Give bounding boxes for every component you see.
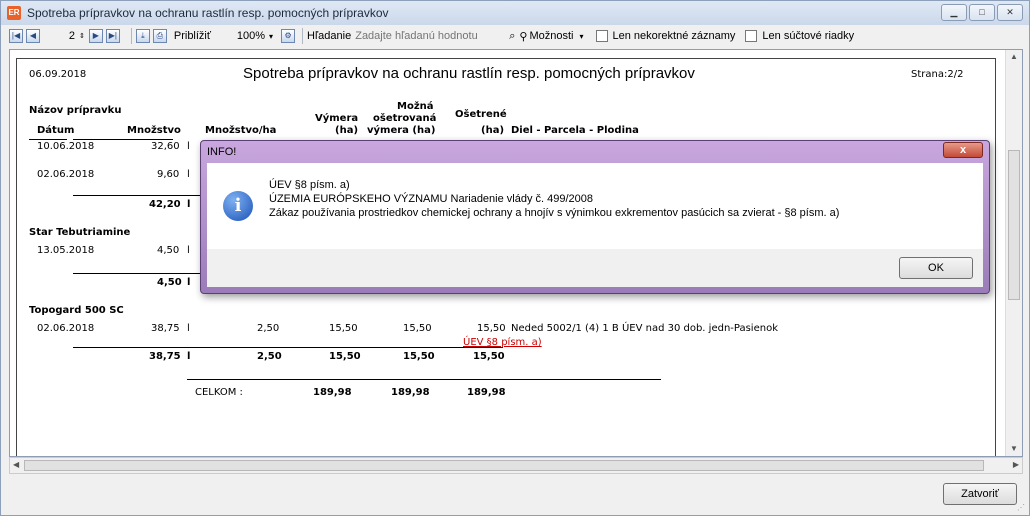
- header-area: Výmera: [315, 113, 359, 124]
- print-icon[interactable]: ⎙: [152, 29, 167, 43]
- prev-page-icon[interactable]: ◀: [26, 29, 40, 43]
- vertical-scroll-thumb[interactable]: [1008, 150, 1020, 300]
- g3-row-location: Neded 5002/1 (4) 1 B ÚEV nad 30 dob. jed…: [511, 323, 778, 334]
- vertical-scrollbar[interactable]: ▲ ▼: [1005, 50, 1022, 456]
- filter-icon[interactable]: ⚙: [281, 29, 296, 43]
- grand-total-area: 189,98: [313, 387, 352, 398]
- window-title: Spotreba prípravkov na ochranu rastlín r…: [27, 6, 389, 20]
- g3-total-unit: l: [187, 351, 191, 362]
- incorrect-only-label: Len nekorektné záznamy: [612, 30, 736, 42]
- g3-row-qty-per-ha: 2,50: [257, 323, 280, 334]
- g3-row-date: 02.06.2018: [37, 323, 95, 334]
- g3-row-unit: l: [187, 323, 190, 334]
- g3-name: Topogard 500 SC: [29, 305, 124, 316]
- zoom-label: Priblížiť: [173, 30, 212, 42]
- dialog-close-button[interactable]: x: [943, 142, 983, 158]
- dialog-message-line2: ÚZEMIA EURÓPSKEHO VÝZNAMU Nariadenie vlá…: [269, 193, 594, 205]
- title-bar: ER Spotreba prípravkov na ochranu rastlí…: [1, 1, 1029, 25]
- scroll-right-icon[interactable]: ▶: [1013, 460, 1019, 469]
- g2-name: Star Tebutriamine: [29, 227, 131, 238]
- report-date: 06.09.2018: [29, 69, 87, 80]
- zoom-select[interactable]: 100%: [211, 30, 265, 42]
- scroll-down-icon[interactable]: ▼: [1010, 444, 1018, 453]
- horizontal-scrollbar[interactable]: ◀ ▶: [9, 457, 1023, 474]
- options-button[interactable]: Možnosti: [529, 30, 573, 42]
- grand-total-label: CELKOM :: [195, 387, 243, 398]
- maximize-button[interactable]: □: [969, 4, 995, 21]
- close-window-button[interactable]: ✕: [997, 4, 1023, 21]
- g3-total-qty-per-ha: 2,50: [257, 351, 282, 362]
- first-page-icon[interactable]: |◀: [9, 29, 23, 43]
- sum-rows-label: Len súčtové riadky: [762, 30, 855, 42]
- g1-row2-date: 02.06.2018: [37, 169, 95, 180]
- header-quantity: Množstvo: [127, 125, 181, 136]
- header-area-unit: (ha): [335, 125, 359, 136]
- g1-row2-unit: l: [187, 169, 190, 180]
- g1-row1-date: 10.06.2018: [37, 141, 95, 152]
- g1-row2-quantity: 9,60: [157, 169, 180, 180]
- close-report-button[interactable]: Zatvoriť: [943, 483, 1017, 505]
- g2-row1-unit: l: [187, 245, 190, 256]
- grand-total-treated: 189,98: [467, 387, 506, 398]
- header-date: Dátum: [37, 125, 75, 136]
- ok-button[interactable]: OK: [899, 257, 973, 279]
- binoculars-icon: ⚲: [519, 30, 528, 43]
- dialog-title: INFO!: [207, 146, 237, 158]
- info-dialog: INFO! x i ÚEV §8 písm. a) ÚZEMIA EURÓPSK…: [200, 140, 990, 294]
- scroll-left-icon[interactable]: ◀: [13, 460, 19, 469]
- header-possible-1: Možná: [397, 101, 434, 112]
- g3-total-possible: 15,50: [403, 351, 435, 362]
- grand-total-possible: 189,98: [391, 387, 430, 398]
- g2-row1-date: 13.05.2018: [37, 245, 95, 256]
- g3-row-treated: 15,50: [477, 323, 506, 334]
- header-treated-unit: (ha): [481, 125, 505, 136]
- g1-total-quantity: 42,20: [149, 199, 181, 210]
- minimize-button[interactable]: ▁: [941, 4, 967, 21]
- g3-row-area: 15,50: [329, 323, 358, 334]
- g3-total-treated: 15,50: [473, 351, 505, 362]
- options-chevron-icon[interactable]: ▾: [579, 32, 583, 41]
- header-possible-2: ošetrovaná: [373, 113, 437, 124]
- scroll-up-icon[interactable]: ▲: [1010, 52, 1018, 61]
- report-title: Spotreba prípravkov na ochranu rastlín r…: [243, 65, 695, 82]
- search-label: Hľadanie: [307, 30, 352, 42]
- g3-row-quantity: 38,75: [151, 323, 180, 334]
- resize-grip-icon[interactable]: ⋰: [1017, 503, 1027, 513]
- g2-total-unit: l: [187, 277, 191, 288]
- incorrect-only-checkbox[interactable]: [595, 30, 608, 42]
- g1-row1-unit: l: [187, 141, 190, 152]
- dialog-footer: OK: [207, 249, 983, 287]
- header-location: Diel - Parcela - Plodina: [511, 125, 639, 136]
- sum-rows-checkbox[interactable]: [745, 30, 758, 42]
- search-input[interactable]: [355, 27, 506, 45]
- g3-total-area: 15,50: [329, 351, 361, 362]
- next-page-icon[interactable]: ▶: [88, 29, 103, 43]
- header-treated: Ošetrené: [455, 109, 507, 120]
- g1-total-unit: l: [187, 199, 191, 210]
- chevron-down-icon[interactable]: ▾: [269, 32, 273, 41]
- page-spin-icon[interactable]: ⇕: [79, 32, 85, 40]
- g3-total-quantity: 38,75: [149, 351, 181, 362]
- last-page-icon[interactable]: ▶|: [105, 29, 120, 43]
- dialog-message-line1: ÚEV §8 písm. a): [269, 179, 350, 191]
- header-possible-3: výmera (ha): [367, 125, 436, 136]
- header-quantity-per-ha: Množstvo/ha: [205, 125, 277, 136]
- g2-total-quantity: 4,50: [157, 277, 182, 288]
- page-number-field[interactable]: 2: [47, 30, 75, 42]
- dialog-body: i ÚEV §8 písm. a) ÚZEMIA EURÓPSKEHO VÝZN…: [207, 163, 983, 249]
- toolbar: |◀ ◀ 2 ⇕ ▶ ▶| ⤓ ⎙ Priblížiť 100% ▾ ⚙ Hľadan…: [1, 25, 1029, 47]
- search-icon[interactable]: ⌕: [509, 30, 515, 43]
- header-product-name: Názov prípravku: [29, 105, 122, 116]
- g1-row1-quantity: 32,60: [151, 141, 180, 152]
- horizontal-scroll-thumb[interactable]: [24, 460, 984, 471]
- export-icon[interactable]: ⤓: [135, 29, 150, 43]
- page-indicator: Strana:2/2: [911, 69, 964, 80]
- dialog-message-line3: Zákaz používania prostriedkov chemickej …: [269, 207, 840, 219]
- g3-row-possible: 15,50: [403, 323, 432, 334]
- app-icon: ER: [7, 6, 21, 20]
- g2-row1-quantity: 4,50: [157, 245, 180, 256]
- info-icon: i: [223, 191, 253, 221]
